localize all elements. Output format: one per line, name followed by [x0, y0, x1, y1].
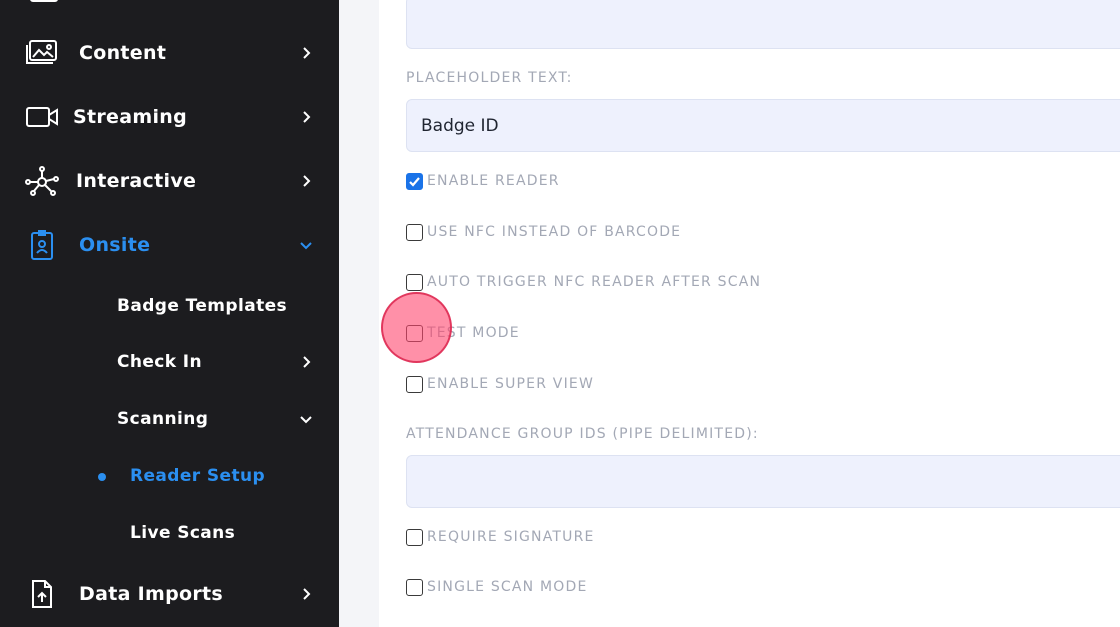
sidebar-item-label: Interactive	[76, 170, 197, 192]
sidebar-item-label: Data Imports	[79, 583, 223, 605]
reader-setup-form: PLACEHOLDER TEXT: ENABLE READER USE NFC …	[379, 0, 1120, 627]
require-signature-option[interactable]: REQUIRE SIGNATURE	[406, 527, 595, 547]
single-scan-mode-checkbox[interactable]	[406, 578, 423, 596]
sidebar-item-data-imports[interactable]: Data Imports	[0, 571, 339, 617]
attendance-group-ids-field[interactable]	[406, 455, 1120, 508]
sidebar-item-onsite[interactable]: Onsite	[0, 222, 339, 268]
network-nodes-icon	[24, 163, 60, 199]
chevron-down-icon	[300, 416, 312, 424]
enable-super-view-checkbox[interactable]	[406, 375, 423, 393]
sidebar-item-label: Content	[79, 42, 167, 64]
sidebar-subitem-reader-setup[interactable]: Reader Setup	[0, 456, 339, 496]
sidebar-subitem-label: Badge Templates	[117, 296, 288, 316]
image-gallery-icon	[24, 35, 60, 71]
enable-reader-option[interactable]: ENABLE READER	[406, 171, 560, 191]
top-text-input[interactable]	[407, 0, 1120, 48]
chevron-right-icon	[303, 356, 311, 368]
checkbox-label: USE NFC INSTEAD OF BARCODE	[427, 224, 682, 240]
sidebar-item-label: Onsite	[79, 234, 151, 256]
partial-menu-icon	[30, 0, 58, 2]
sidebar-item-label: Streaming	[73, 106, 187, 128]
chevron-right-icon	[303, 588, 311, 600]
placeholder-text-label: PLACEHOLDER TEXT:	[406, 70, 573, 86]
use-nfc-option[interactable]: USE NFC INSTEAD OF BARCODE	[406, 222, 681, 242]
checkmark-icon	[409, 176, 420, 187]
checkbox-label: ENABLE READER	[427, 173, 560, 189]
chevron-right-icon	[303, 111, 311, 123]
placeholder-text-field[interactable]	[406, 99, 1120, 152]
attendance-group-ids-label: ATTENDANCE GROUP IDS (PIPE DELIMITED):	[406, 426, 759, 442]
single-scan-mode-option[interactable]: SINGLE SCAN MODE	[406, 577, 588, 597]
sidebar-subitem-scanning[interactable]: Scanning	[0, 399, 339, 439]
enable-reader-checkbox[interactable]	[406, 172, 423, 190]
sidebar-item-streaming[interactable]: Streaming	[0, 94, 339, 140]
test-mode-checkbox[interactable]	[406, 324, 423, 342]
chevron-right-icon	[303, 47, 311, 59]
auto-trigger-nfc-checkbox[interactable]	[406, 273, 423, 291]
sidebar-subitem-badge-templates[interactable]: Badge Templates	[0, 286, 339, 326]
test-mode-option[interactable]: TEST MODE	[406, 323, 520, 343]
checkbox-label: SINGLE SCAN MODE	[427, 579, 588, 595]
sidebar-subitem-label: Scanning	[117, 409, 209, 429]
checkbox-label: TEST MODE	[427, 325, 520, 341]
auto-trigger-nfc-option[interactable]: AUTO TRIGGER NFC READER AFTER SCAN	[406, 272, 761, 292]
checkbox-label: ENABLE SUPER VIEW	[427, 376, 594, 392]
file-upload-icon	[24, 576, 60, 612]
require-signature-checkbox[interactable]	[406, 528, 423, 546]
top-text-field[interactable]	[406, 0, 1120, 49]
sidebar-subitem-label: Reader Setup	[130, 466, 266, 486]
sidebar-item-interactive[interactable]: Interactive	[0, 158, 339, 204]
video-camera-icon	[24, 99, 60, 135]
checkbox-label: REQUIRE SIGNATURE	[427, 529, 595, 545]
checkbox-label: AUTO TRIGGER NFC READER AFTER SCAN	[427, 274, 762, 290]
enable-super-view-option[interactable]: ENABLE SUPER VIEW	[406, 374, 594, 394]
active-dot-icon	[98, 473, 106, 481]
sidebar-subitem-check-in[interactable]: Check In	[0, 342, 339, 382]
id-badge-icon	[24, 227, 60, 263]
sidebar-subitem-label: Live Scans	[130, 523, 236, 543]
attendance-group-ids-input[interactable]	[407, 456, 1120, 507]
chevron-right-icon	[303, 175, 311, 187]
sidebar-item-content[interactable]: Content	[0, 30, 339, 76]
sidebar: Content Streaming Interactive Onsite Bad…	[0, 0, 339, 627]
sidebar-subitem-live-scans[interactable]: Live Scans	[0, 513, 339, 553]
sidebar-subitem-label: Check In	[117, 352, 203, 372]
use-nfc-checkbox[interactable]	[406, 223, 423, 241]
placeholder-text-input[interactable]	[407, 100, 1120, 151]
chevron-down-icon	[300, 242, 312, 250]
